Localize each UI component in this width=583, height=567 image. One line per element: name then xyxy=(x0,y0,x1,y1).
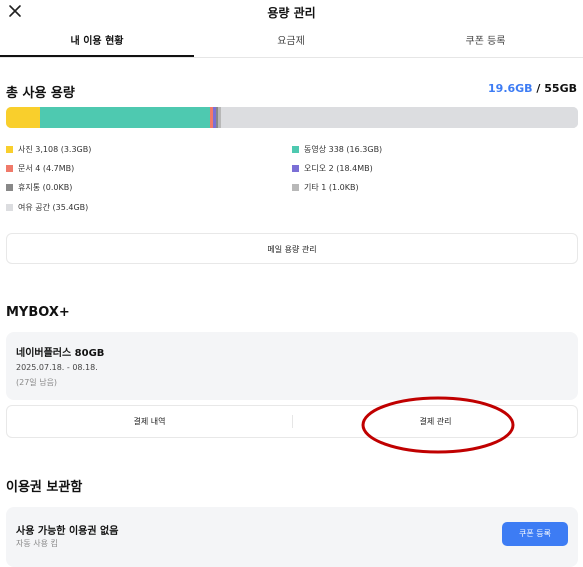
voucher-auto-use: 자동 사용 킴 xyxy=(16,539,58,548)
tab-plans[interactable]: 요금제 xyxy=(194,28,388,56)
usage-bar-segment-free xyxy=(220,107,578,128)
payment-manage-button[interactable]: 결제 관리 xyxy=(293,406,578,437)
legend-videos: 동영상 338 (16.3GB) xyxy=(292,144,382,155)
usage-used: 19.6GB xyxy=(488,82,533,95)
header: 용량 관리 xyxy=(0,0,583,26)
coupon-register-button[interactable]: 쿠폰 등록 xyxy=(502,522,568,546)
usage-capacity: 55GB xyxy=(544,82,577,95)
legend-trash: 휴지통 (0.0KB) xyxy=(6,182,72,193)
usage-total: 19.6GB / 55GB xyxy=(488,82,577,95)
page-title: 용량 관리 xyxy=(267,6,316,20)
legend-other: 기타 1 (1.0KB) xyxy=(292,182,359,193)
payment-history-button[interactable]: 결제 내역 xyxy=(7,406,292,437)
plan-name: 네이버플러스 80GB xyxy=(16,348,105,359)
tab-coupon-register[interactable]: 쿠폰 등록 xyxy=(388,28,583,56)
tab-my-usage[interactable]: 내 이용 현황 xyxy=(0,28,194,57)
mybox-section-title: MYBOX+ xyxy=(6,305,70,320)
legend-swatch xyxy=(6,184,13,191)
usage-bar-segment-videos xyxy=(40,107,210,128)
legend-swatch xyxy=(6,204,13,211)
legend-free-space: 여유 공간 (35.4GB) xyxy=(6,202,88,213)
legend-audio: 오디오 2 (18.4MB) xyxy=(292,163,373,174)
legend-swatch xyxy=(6,146,13,153)
legend-documents: 문서 4 (4.7MB) xyxy=(6,163,74,174)
mail-storage-manage-button[interactable]: 메일 용량 관리 xyxy=(6,233,578,264)
usage-separator: / xyxy=(532,82,545,95)
voucher-status: 사용 가능한 이용권 없음 xyxy=(16,526,119,537)
voucher-section-title: 이용권 보관함 xyxy=(6,480,83,495)
voucher-card: 사용 가능한 이용권 없음 자동 사용 킴 쿠폰 등록 xyxy=(6,507,578,567)
legend-swatch xyxy=(6,165,13,172)
legend-photos: 사진 3,108 (3.3GB) xyxy=(6,144,91,155)
plan-remaining: (27일 남음) xyxy=(16,378,58,387)
tab-bar: 내 이용 현황 요금제 쿠폰 등록 xyxy=(0,28,583,58)
usage-bar-segment-photos xyxy=(6,107,41,128)
legend-swatch xyxy=(292,165,299,172)
plan-period: 2025.07.18. - 08.18. xyxy=(16,363,98,372)
legend-swatch xyxy=(292,146,299,153)
payment-actions: 결제 내역 결제 관리 xyxy=(6,405,578,438)
legend-swatch xyxy=(292,184,299,191)
plan-card: 네이버플러스 80GB 2025.07.18. - 08.18. (27일 남음… xyxy=(6,332,578,400)
usage-section-title: 총 사용 용량 xyxy=(6,86,75,101)
usage-bar xyxy=(6,107,578,128)
